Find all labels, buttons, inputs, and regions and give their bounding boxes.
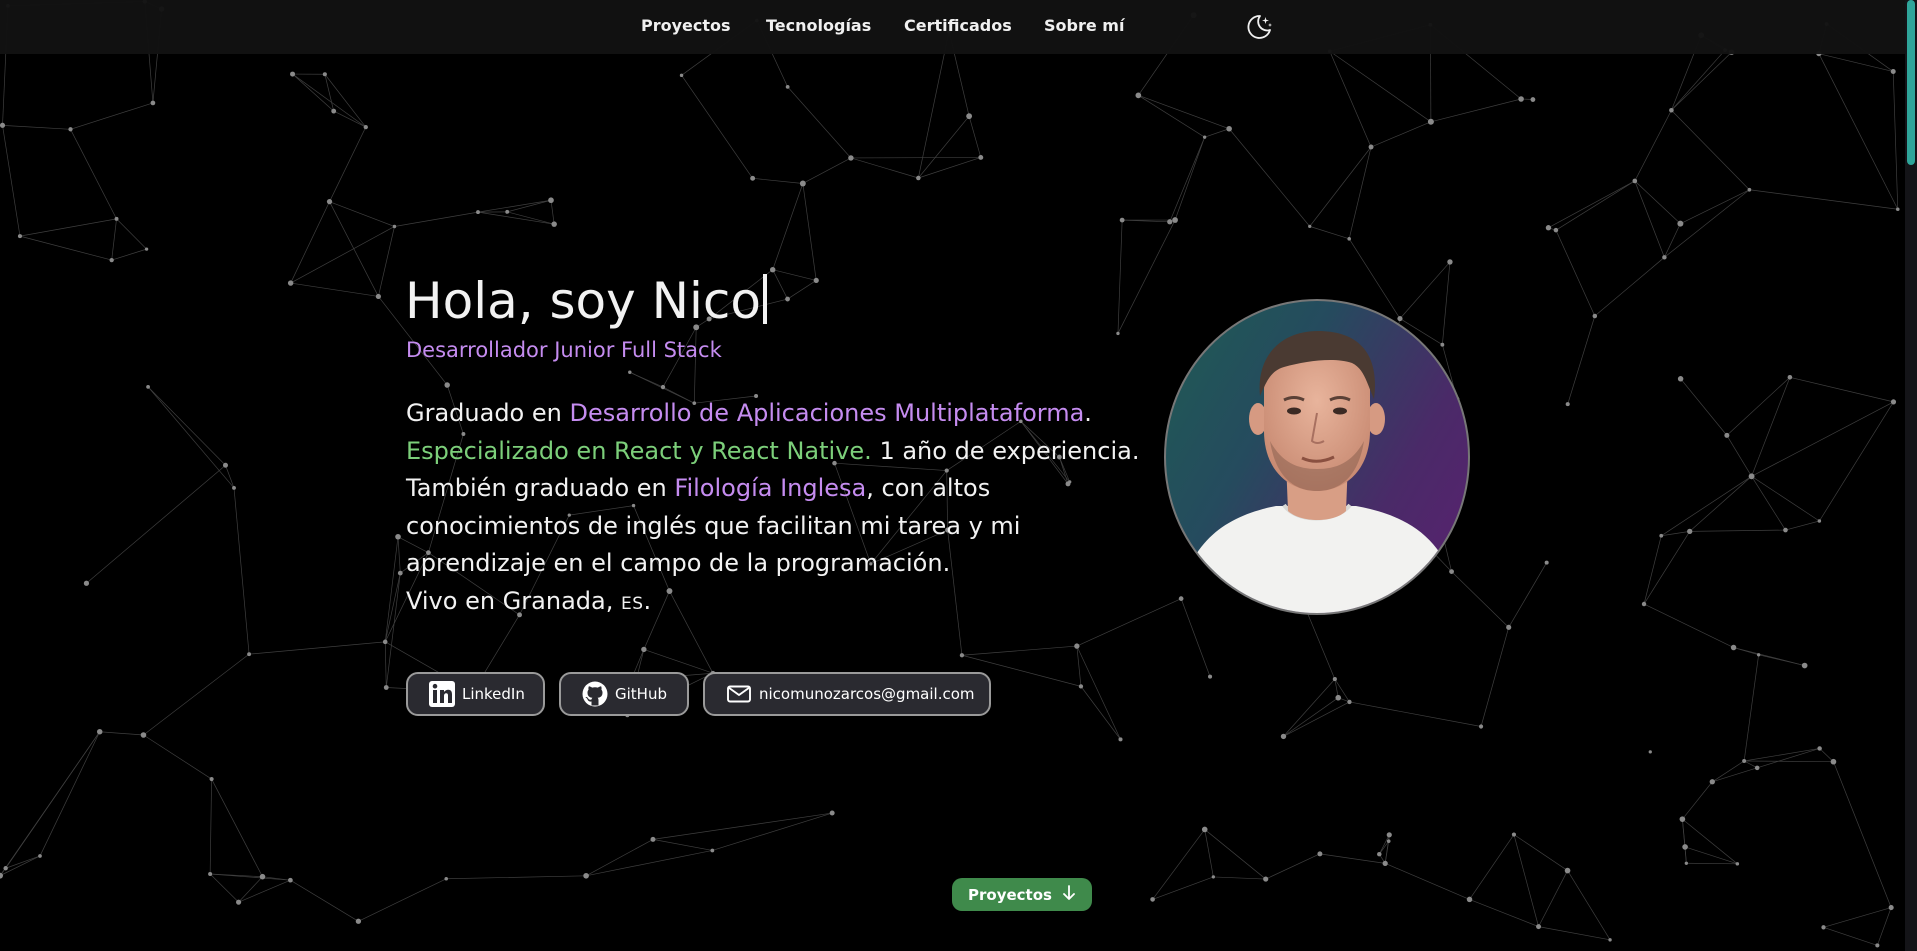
highlight-specialization: Especializado en React y React Native.: [406, 436, 872, 465]
hero-bio: Graduado en Desarrollo de Aplicaciones M…: [406, 395, 1140, 623]
bio-line: También graduado en Filología Inglesa, c…: [406, 474, 991, 502]
github-icon: [581, 680, 609, 708]
country-code: ES: [620, 593, 644, 614]
arrow-down-icon: [1062, 884, 1076, 905]
highlight-degree-philology: Filología Inglesa: [674, 474, 867, 502]
bio-line: conocimientos de inglés que facilitan mi…: [406, 511, 1021, 540]
linkedin-icon: [428, 680, 456, 708]
bio-line: Graduado en Desarrollo de Aplicaciones M…: [406, 399, 1092, 427]
email-button[interactable]: nicomunozarcos@gmail.com: [703, 672, 991, 716]
hero-subtitle: Desarrollador Junior Full Stack: [406, 338, 722, 362]
bio-line: aprendizaje en el campo de la programaci…: [406, 549, 951, 577]
profile-avatar: [1164, 299, 1470, 615]
nav-item-tecnologias[interactable]: Tecnologías: [766, 16, 871, 35]
hero-title: Hola, soy Nico: [405, 268, 768, 334]
scrollbar-thumb[interactable]: [1907, 0, 1915, 165]
scroll-to-projects-button[interactable]: Proyectos: [952, 878, 1092, 911]
linkedin-button[interactable]: LinkedIn: [406, 672, 545, 716]
page-scrollbar[interactable]: [1905, 0, 1917, 951]
page: Proyectos Tecnologías Certificados Sobre…: [0, 0, 1917, 951]
bio-line: Especializado en React y React Native. 1…: [406, 436, 1140, 465]
mail-icon: [725, 680, 753, 708]
navbar: Proyectos Tecnologías Certificados Sobre…: [0, 0, 1905, 54]
typing-cursor: [763, 274, 768, 324]
theme-toggle-button[interactable]: [1244, 12, 1274, 42]
bio-line: Vivo en Granada, ES.: [406, 586, 652, 615]
nav-item-proyectos[interactable]: Proyectos: [641, 16, 731, 35]
highlight-degree-dam: Desarrollo de Aplicaciones Multiplatafor…: [569, 399, 1085, 427]
profile-photo: [1176, 331, 1461, 613]
github-button[interactable]: GitHub: [559, 672, 689, 716]
nav-item-certificados[interactable]: Certificados: [904, 16, 1012, 35]
moon-stars-icon: [1247, 15, 1272, 39]
nav-item-sobre-mi[interactable]: Sobre mí: [1044, 16, 1124, 35]
